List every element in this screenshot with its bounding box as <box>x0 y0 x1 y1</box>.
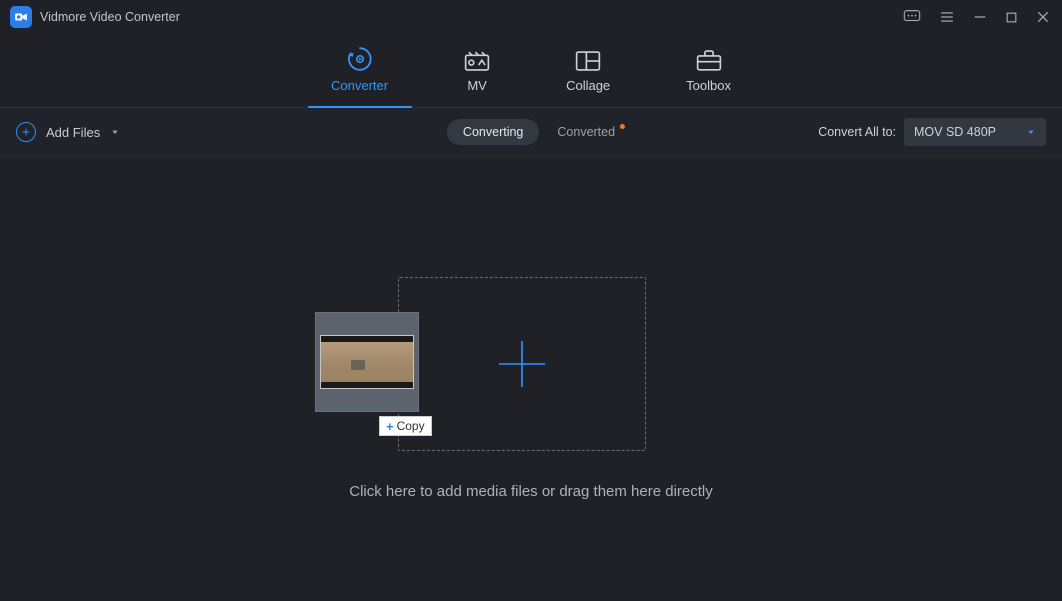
add-files-label: Add Files <box>46 125 100 140</box>
converted-label: Converted <box>557 125 615 139</box>
minimize-button[interactable] <box>973 10 987 24</box>
tab-label: Toolbox <box>686 78 731 93</box>
status-converted[interactable]: Converted <box>557 125 615 139</box>
tab-label: Converter <box>331 78 388 93</box>
drag-cursor-copy: + Copy <box>379 416 432 436</box>
main-area: + Copy Click here to add media files or … <box>0 157 1062 601</box>
drop-instruction: Click here to add media files or drag th… <box>349 483 713 500</box>
notification-dot-icon <box>620 124 625 129</box>
copy-label: Copy <box>397 419 425 433</box>
menu-icon[interactable] <box>939 10 955 24</box>
app-logo <box>10 6 32 28</box>
tab-collage[interactable]: Collage <box>566 50 610 107</box>
plus-icon: + <box>386 420 394 433</box>
chevron-down-icon <box>1026 123 1036 141</box>
drop-zone[interactable] <box>398 277 646 451</box>
window-controls <box>903 10 1050 24</box>
plus-circle-icon <box>16 122 36 142</box>
format-selected: MOV SD 480P <box>914 125 996 139</box>
tab-label: Collage <box>566 78 610 93</box>
feedback-icon[interactable] <box>903 10 921 24</box>
tab-mv[interactable]: MV <box>464 50 490 107</box>
chevron-down-icon <box>110 123 120 141</box>
convert-all-group: Convert All to: MOV SD 480P <box>818 118 1046 146</box>
format-dropdown[interactable]: MOV SD 480P <box>904 118 1046 146</box>
tab-converter[interactable]: Converter <box>331 46 388 107</box>
dragged-thumbnail[interactable] <box>315 312 419 412</box>
status-tabs: Converting Converted <box>447 119 615 145</box>
tab-label: MV <box>467 78 487 93</box>
thumbnail-frame <box>320 335 414 389</box>
status-converting[interactable]: Converting <box>447 119 539 145</box>
add-files-button[interactable]: Add Files <box>16 122 120 142</box>
tab-toolbox[interactable]: Toolbox <box>686 48 731 107</box>
toolbar: Add Files Converting Converted Convert A… <box>0 108 1062 157</box>
main-nav: Converter MV Collage Toolbox <box>0 32 1062 108</box>
maximize-button[interactable] <box>1005 11 1018 24</box>
convert-all-label: Convert All to: <box>818 125 896 139</box>
thumbnail-image <box>321 342 413 382</box>
close-button[interactable] <box>1036 10 1050 24</box>
app-title: Vidmore Video Converter <box>40 10 180 24</box>
plus-icon <box>497 339 547 389</box>
title-bar: Vidmore Video Converter <box>0 0 1062 32</box>
